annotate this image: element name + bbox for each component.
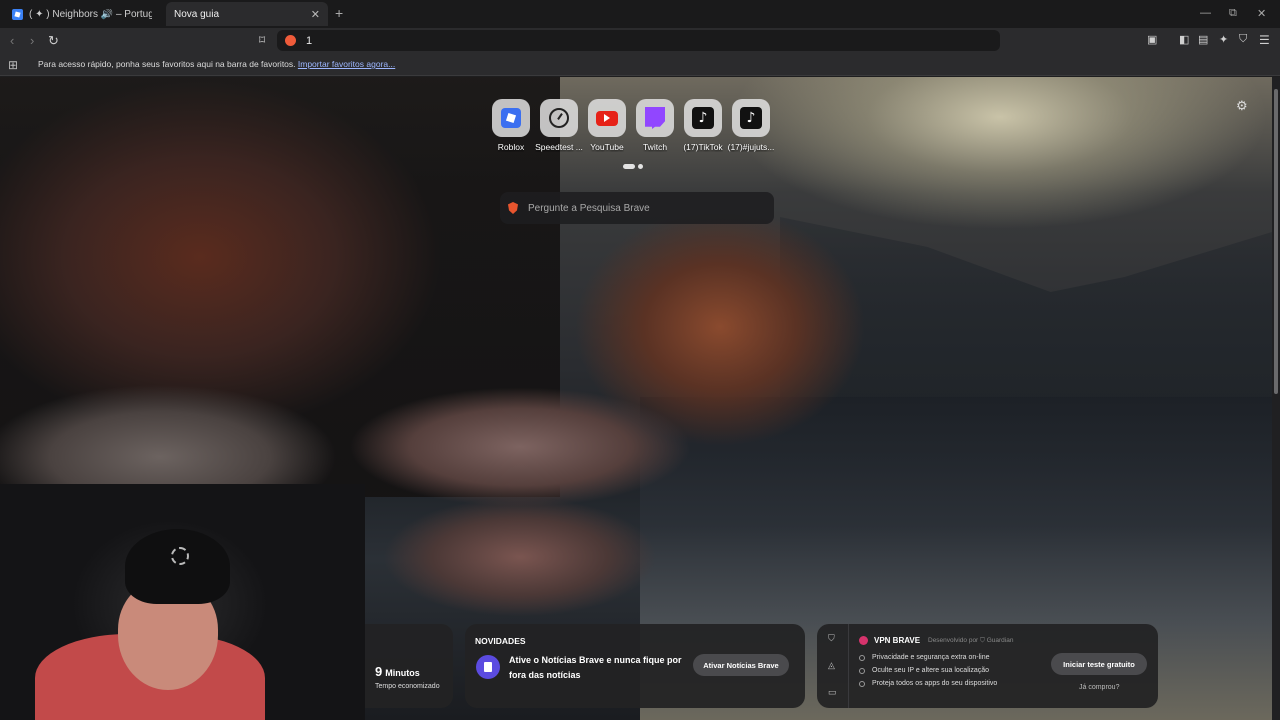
bookmark-icon[interactable]: ⌑ — [259, 33, 265, 47]
page-dot[interactable] — [638, 164, 643, 169]
vpn-shield-icon[interactable]: ⛉ — [828, 633, 835, 644]
vpn-title: VPN BRAVE — [874, 636, 921, 645]
top-site-label: YouTube — [590, 142, 624, 152]
top-site-label: (17)#jujuts... — [727, 142, 775, 152]
brave-vpn-widget: ⛉ ◬ ▭ VPN BRAVE Desenvolvido por ⛉ Guard… — [817, 624, 1158, 708]
card-icon[interactable]: ▭ — [828, 687, 837, 698]
back-button[interactable]: ‹ — [10, 33, 14, 48]
top-site-label: Twitch — [642, 142, 668, 152]
sidebar-icon[interactable]: ◧ — [1179, 33, 1189, 46]
time-saved-widget: 9 Minutos Tempo economizado — [365, 624, 453, 708]
new-tab-page: ⚙ Roblox Speedtest ... YouTube Twitch ♪ … — [0, 77, 1272, 720]
top-site-label: Roblox — [497, 142, 525, 152]
youtube-icon — [596, 110, 618, 126]
top-site-tiktok-jujutsu[interactable]: ♪ (17)#jujuts... — [728, 99, 774, 152]
time-saved-unit: Minutos — [385, 668, 420, 678]
time-saved-value: 9 Minutos — [375, 664, 420, 679]
tiktok-icon: ♪ — [692, 107, 714, 129]
top-sites-pagination — [623, 164, 643, 169]
top-site-roblox[interactable]: Roblox — [492, 99, 530, 152]
import-bookmarks-link[interactable]: Importar favoritos agora... — [298, 59, 395, 69]
bookmarks-bar: ⊞ Para acesso rápido, ponha seus favorit… — [0, 54, 1280, 76]
scrollbar-thumb[interactable] — [1274, 89, 1278, 394]
address-value: 1 — [306, 34, 313, 47]
wallet-icon[interactable]: ▤ — [1198, 33, 1208, 46]
vpn-feature-item: Oculte seu IP e altere sua localização — [859, 664, 997, 677]
settings-gear-icon[interactable]: ⚙ — [1236, 98, 1248, 114]
vpn-feature-text: Privacidade e segurança extra on-line — [872, 654, 990, 661]
speedtest-icon — [549, 108, 569, 128]
menu-icon[interactable]: ☰ — [1259, 33, 1270, 47]
vpn-feature-text: Proteja todos os apps do seu dispositivo — [872, 680, 998, 687]
background-reflection — [360, 477, 680, 637]
close-tab-icon[interactable]: ✕ — [311, 8, 320, 21]
tab-strip: ( ✦ ) Neighbors 🔊 – Português - Roblox N… — [0, 0, 1280, 28]
already-bought-link[interactable]: Já comprou? — [1079, 684, 1119, 691]
vpn-developer: Desenvolvido por ⛉ Guardian — [928, 637, 1014, 644]
top-site-twitch[interactable]: Twitch — [636, 99, 674, 152]
top-site-label: Speedtest ... — [535, 142, 583, 152]
time-saved-caption: Tempo economizado — [375, 683, 440, 690]
vpn-logo-icon — [859, 636, 868, 645]
search-placeholder: Pergunte a Pesquisa Brave — [528, 202, 650, 214]
address-bar[interactable]: 1 — [277, 30, 1000, 51]
forward-button[interactable]: › — [30, 33, 34, 48]
check-circle-icon — [859, 667, 865, 674]
toolbar: ‹ › ↻ ⌑ 1 ▣ ◧ ▤ ✦ ⛉ ☰ — [0, 28, 1280, 54]
page-scrollbar[interactable] — [1272, 77, 1280, 720]
tab-title: Nova guia — [174, 8, 220, 20]
vpn-feature-item: Proteja todos os apps do seu dispositivo — [859, 677, 997, 690]
check-circle-icon — [859, 680, 865, 687]
top-site-youtube[interactable]: YouTube — [588, 99, 626, 152]
tab-roblox-neighbors[interactable]: ( ✦ ) Neighbors 🔊 – Português - Roblox — [4, 2, 160, 26]
tab-new-tab[interactable]: Nova guia ✕ — [166, 2, 328, 26]
apps-grid-icon[interactable]: ⊞ — [8, 58, 18, 72]
reload-button[interactable]: ↻ — [48, 33, 59, 49]
page-dot-active[interactable] — [623, 164, 635, 169]
time-saved-number: 9 — [375, 664, 383, 679]
vpn-shield-icon[interactable]: ⛉ — [1239, 33, 1247, 46]
start-free-trial-button[interactable]: Iniciar teste gratuito — [1051, 653, 1147, 675]
restore-button[interactable]: ⧉ — [1229, 7, 1237, 20]
webcam-overlay — [0, 484, 365, 720]
top-site-tiktok[interactable]: ♪ (17)TikTok — [683, 99, 723, 152]
roblox-icon — [12, 8, 23, 20]
check-circle-icon — [859, 654, 865, 661]
news-message: Ative o Notícias Brave e nunca fique por… — [509, 655, 682, 680]
minimize-button[interactable]: — — [1200, 7, 1211, 19]
twitch-icon — [645, 107, 665, 129]
webcam-person-cap — [125, 529, 230, 604]
news-icon — [476, 655, 500, 679]
leo-ai-icon[interactable]: ✦ — [1219, 33, 1228, 46]
brave-news-widget: NOVIDADES Ative o Notícias Brave e nunca… — [465, 624, 805, 708]
news-header: NOVIDADES — [475, 636, 526, 646]
tiktok-icon: ♪ — [740, 107, 762, 129]
bookmarks-hint-text: Para acesso rápido, ponha seus favoritos… — [38, 59, 296, 69]
widget-rail: ⛉ ◬ ▭ — [817, 624, 849, 708]
new-tab-button[interactable]: + — [335, 5, 343, 21]
roblox-icon — [501, 108, 521, 128]
tab-title: ( ✦ ) Neighbors 🔊 – Português - Roblox — [29, 8, 152, 20]
close-window-button[interactable]: ✕ — [1257, 7, 1266, 20]
top-site-speedtest[interactable]: Speedtest ... — [535, 99, 583, 152]
search-box[interactable]: Pergunte a Pesquisa Brave — [500, 192, 774, 224]
enable-news-button[interactable]: Ativar Notícias Brave — [693, 654, 789, 676]
vpn-feature-item: Privacidade e segurança extra on-line — [859, 651, 997, 664]
brave-search-icon — [508, 202, 518, 214]
vpn-features: Privacidade e segurança extra on-line Oc… — [859, 651, 997, 690]
bookmarks-hint: Para acesso rápido, ponha seus favoritos… — [38, 59, 395, 69]
talk-icon[interactable]: ◬ — [828, 660, 835, 671]
brave-shields-icon[interactable] — [285, 35, 296, 46]
vpn-feature-text: Oculte seu IP e altere sua localização — [872, 667, 989, 674]
top-sites: Roblox Speedtest ... YouTube Twitch ♪ (1… — [492, 99, 774, 152]
reader-mode-icon[interactable]: ▣ — [1147, 33, 1157, 46]
top-site-label: (17)TikTok — [683, 142, 723, 152]
